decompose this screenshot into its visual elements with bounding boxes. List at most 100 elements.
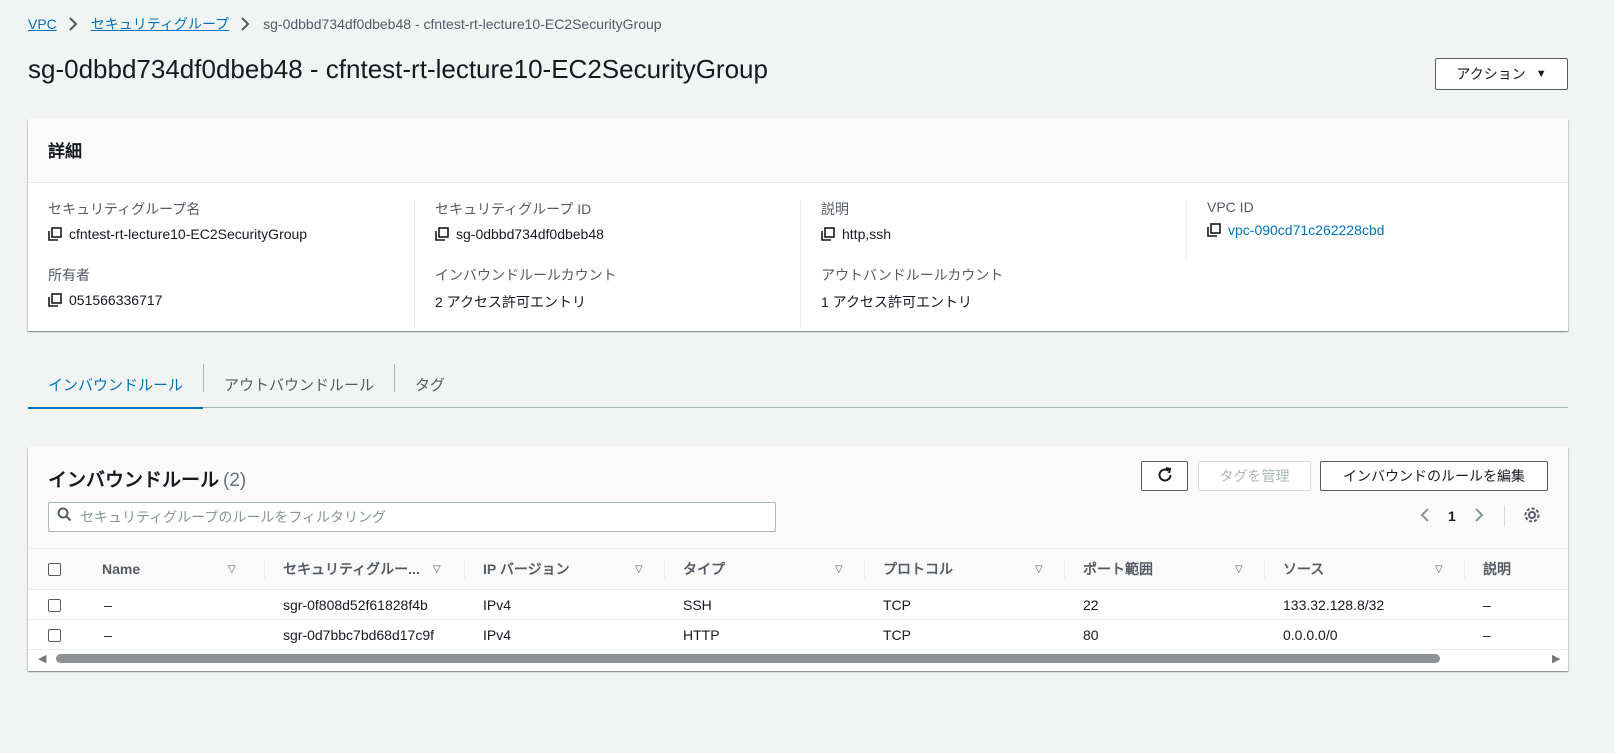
caret-down-icon: ▼ — [1535, 68, 1547, 80]
sg-id-label: セキュリティグループ ID — [435, 201, 592, 217]
cell-ip-version: IPv4 — [483, 627, 512, 643]
col-header-type[interactable]: タイプ ▽ — [683, 549, 843, 589]
col-header-port-range[interactable]: ポート範囲 ▽ — [1083, 549, 1243, 589]
table-row[interactable]: – sgr-0f808d52f61828f4b IPv4 SSH TCP 22 … — [28, 590, 1568, 620]
vpc-id-link[interactable]: vpc-090cd71c262228cbd — [1228, 222, 1384, 238]
details-column: VPC ID vpc-090cd71c262228cbd — [1186, 199, 1568, 261]
cell-ip-version: IPv4 — [483, 597, 512, 613]
column-divider[interactable] — [1464, 561, 1465, 579]
cell-sgr-id: sgr-0f808d52f61828f4b — [283, 597, 428, 613]
gear-icon[interactable] — [1523, 506, 1541, 527]
rules-title: インバウンドルール (2) — [48, 465, 246, 492]
column-divider[interactable] — [1264, 561, 1265, 579]
col-header-description[interactable]: 説明 — [1483, 549, 1511, 589]
sort-icon: ▽ — [1235, 564, 1243, 575]
sort-icon: ▽ — [1035, 564, 1043, 575]
copy-icon[interactable] — [1207, 223, 1221, 237]
manage-tags-button[interactable]: タグを管理 — [1198, 461, 1311, 491]
vpc-id-value: vpc-090cd71c262228cbd — [1207, 222, 1384, 238]
inbound-count-value: 2 アクセス許可エントリ — [435, 294, 586, 310]
search-input[interactable] — [80, 509, 760, 525]
tab-outbound-rules[interactable]: アウトバウンドルール — [204, 360, 394, 408]
col-header-name-label: Name — [102, 561, 141, 577]
breadcrumb: VPC セキュリティグループ sg-0dbbd734df0dbeb48 - cf… — [28, 14, 662, 34]
details-header: 詳細 — [28, 119, 1568, 183]
cell-description: – — [1483, 627, 1491, 643]
tab-inbound-rules[interactable]: インバウンドルール — [28, 360, 204, 409]
cell-protocol: TCP — [883, 597, 911, 613]
cell-type: HTTP — [683, 627, 720, 643]
tab-tags[interactable]: タグ — [395, 360, 465, 408]
row-checkbox[interactable] — [48, 628, 61, 642]
owner-text: 051566336717 — [69, 292, 163, 308]
copy-icon[interactable] — [821, 227, 835, 241]
sort-icon: ▽ — [635, 564, 643, 575]
refresh-icon — [1156, 466, 1174, 487]
page-number[interactable]: 1 — [1448, 508, 1456, 524]
select-all-checkbox-cell — [48, 549, 61, 589]
column-divider[interactable] — [264, 561, 265, 579]
copy-icon[interactable] — [435, 227, 449, 241]
sg-name-label: セキュリティグループ名 — [48, 201, 201, 217]
sg-id-field: セキュリティグループ ID sg-0dbbd734df0dbeb48 — [435, 199, 604, 242]
outbound-count-label: アウトバンドルールカウント — [821, 267, 1004, 283]
col-header-protocol[interactable]: プロトコル ▽ — [883, 549, 1043, 589]
col-header-sgr-id[interactable]: セキュリティグルー... ▽ — [283, 549, 441, 589]
cell-name: – — [104, 597, 112, 613]
inbound-rules-panel: インバウンドルール(2) タグを管理 インバウンドのルールを編集 1 — [28, 447, 1568, 671]
outbound-count-value: 1 アクセス許可エントリ — [821, 294, 972, 310]
cell-name: – — [104, 627, 112, 643]
page-scrollbar[interactable] — [1600, 0, 1614, 753]
copy-icon[interactable] — [48, 293, 62, 307]
cell-type: SSH — [683, 597, 712, 613]
edit-inbound-rules-button[interactable]: インバウンドのルールを編集 — [1320, 461, 1548, 491]
row-checkbox-cell — [48, 590, 61, 620]
description-field: 説明 http,ssh — [821, 199, 891, 242]
pagination: 1 — [1420, 505, 1541, 527]
breadcrumb-security-groups-link[interactable]: セキュリティグループ — [91, 14, 229, 34]
sort-icon: ▽ — [835, 564, 843, 575]
row-checkbox[interactable] — [48, 598, 61, 612]
description-label: 説明 — [821, 201, 849, 217]
horizontal-scrollbar[interactable]: ◀ ▶ — [28, 650, 1568, 666]
row-checkbox-cell — [48, 620, 61, 650]
search-box — [48, 502, 776, 532]
owner-value: 051566336717 — [48, 292, 162, 308]
scrollbar-thumb[interactable] — [56, 654, 1440, 663]
col-header-sgr-id-label: セキュリティグルー... — [283, 561, 420, 577]
column-divider[interactable] — [1064, 561, 1065, 579]
details-column: 説明 http,ssh アウトバンドルールカウント 1 アクセス許可エントリ — [800, 199, 1186, 329]
select-all-checkbox[interactable] — [48, 562, 61, 576]
col-header-source[interactable]: ソース ▽ — [1283, 549, 1443, 589]
chevron-right-icon[interactable] — [1474, 507, 1484, 526]
tab-list: インバウンドルール アウトバウンドルール タグ — [28, 360, 1568, 409]
pager-divider — [1503, 505, 1505, 527]
cell-sgr-id: sgr-0d7bbc7bd68d17c9f — [283, 627, 435, 643]
copy-icon[interactable] — [48, 227, 62, 241]
scroll-left-arrow-icon[interactable]: ◀ — [38, 652, 46, 665]
sg-name-field: セキュリティグループ名 cfntest-rt-lecture10-EC2Secu… — [48, 199, 307, 242]
scroll-right-arrow-icon[interactable]: ▶ — [1552, 652, 1560, 665]
chevron-left-icon[interactable] — [1420, 507, 1430, 526]
actions-button[interactable]: アクション ▼ — [1435, 58, 1568, 90]
breadcrumb-vpc-link[interactable]: VPC — [28, 16, 57, 32]
column-divider[interactable] — [464, 561, 465, 579]
rules-title-text: インバウンドルール — [48, 470, 220, 491]
col-header-ip-version[interactable]: IP バージョン ▽ — [483, 549, 643, 589]
col-header-ip-version-label: IP バージョン — [483, 561, 570, 577]
column-divider[interactable] — [664, 561, 665, 579]
vpc-id-field: VPC ID vpc-090cd71c262228cbd — [1207, 199, 1384, 238]
column-divider[interactable] — [864, 561, 865, 579]
col-header-protocol-label: プロトコル — [883, 561, 953, 577]
rules-count: (2) — [223, 470, 247, 491]
search-icon — [57, 507, 72, 527]
chevron-right-icon — [67, 16, 79, 32]
table-row[interactable]: – sgr-0d7bbc7bd68d17c9f IPv4 HTTP TCP 80… — [28, 620, 1568, 650]
refresh-button[interactable] — [1141, 461, 1188, 491]
cell-protocol: TCP — [883, 627, 911, 643]
col-header-port-range-label: ポート範囲 — [1083, 561, 1153, 577]
cell-description: – — [1483, 597, 1491, 613]
sort-icon: ▽ — [1435, 564, 1443, 575]
col-header-name[interactable]: Name ▽ — [102, 549, 236, 589]
sort-icon: ▽ — [228, 564, 236, 575]
